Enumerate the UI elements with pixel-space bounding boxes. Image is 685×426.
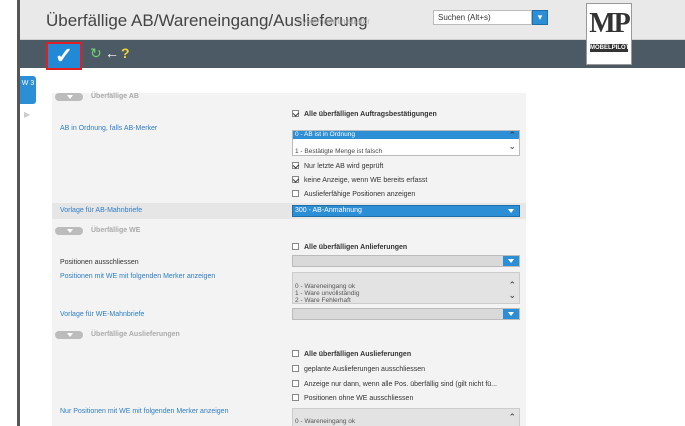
chevron-down-icon: [503, 206, 519, 216]
list-item[interactable]: 0 - AB ist in Ordnung: [293, 131, 519, 139]
scroll-down-icon[interactable]: ⌄: [508, 141, 516, 152]
list-item[interactable]: 0 - Wareneingang ok: [295, 283, 519, 290]
we-template-select[interactable]: [292, 308, 520, 320]
auslieferungen-marker-list[interactable]: 0 - Wareneingang ok ⌃: [292, 408, 520, 426]
scroll-up-icon[interactable]: ⌃: [508, 130, 516, 141]
checkbox-deliverable[interactable]: Auslieferfähige Positionen anzeigen: [292, 190, 522, 198]
we-exclude-select[interactable]: [292, 255, 520, 267]
scroll-up-icon[interactable]: ⌃: [508, 281, 516, 290]
list-item[interactable]: 1 - Ware unvollständig: [295, 290, 519, 297]
chevron-down-icon[interactable]: [55, 93, 83, 101]
chevron-down-icon: [503, 309, 519, 319]
checkmark-icon: ✓: [54, 43, 74, 68]
left-frame: [0, 0, 20, 426]
label-auslieferungen-markers: Nur Positionen mit WE mit folgenden Merk…: [60, 408, 229, 415]
user-label: Systemadministrator: [297, 17, 370, 26]
save-button[interactable]: ✓: [46, 42, 82, 70]
label-ab-ok: AB in Ordnung, falls AB-Merker: [60, 125, 158, 132]
list-item[interactable]: 2 - Ware Fehlerhaft: [295, 297, 519, 304]
checkbox-last-ab[interactable]: Nur letzte AB wird geprüft: [292, 162, 522, 170]
label-exclude: Positionen ausschliessen: [60, 259, 139, 266]
section-header-we[interactable]: Überfällige WE: [52, 227, 526, 236]
checkbox-only-if-all[interactable]: Anzeige nur dann, wenn alle Pos. überfäl…: [292, 380, 522, 388]
list-item[interactable]: 0 - Wareneingang ok: [295, 418, 519, 425]
back-icon[interactable]: ←: [105, 46, 119, 60]
checkbox-all-we[interactable]: Alle überfälligen Anlieferungen: [292, 243, 522, 251]
mobelpilot-logo: MP MÖBELPILOT: [586, 3, 632, 65]
label-we-template: Vorlage für WE-Mahnbriefe: [60, 311, 145, 318]
side-tab-w3[interactable]: W 3: [20, 76, 36, 104]
check-icon[interactable]: [292, 110, 299, 117]
checkbox-planned[interactable]: geplante Auslieferungen ausschliessen: [292, 365, 522, 373]
section-header-ab[interactable]: Überfällige AB: [52, 93, 526, 102]
chevron-right-icon[interactable]: ▶: [24, 110, 30, 119]
search-dropdown-button[interactable]: ▾: [532, 10, 548, 25]
list-item[interactable]: 1 - Bestätigte Menge ist falsch: [293, 148, 519, 156]
ab-marker-list[interactable]: 0 - AB ist in Ordnung 1 - Bestätigte Men…: [292, 130, 520, 156]
help-icon[interactable]: ?: [121, 46, 130, 60]
checkbox-no-display[interactable]: keine Anzeige, wenn WE bereits erfasst: [292, 176, 522, 184]
label-ab-template: Vorlage für AB-Mahnbriefe: [60, 207, 143, 214]
section-header-auslieferungen[interactable]: Überfällige Auslieferungen: [52, 331, 526, 340]
ab-template-select[interactable]: 300 - AB-Anmahnung: [292, 205, 520, 217]
label-we-markers: Positionen mit WE mit folgenden Merker a…: [60, 273, 216, 280]
chevron-down-icon[interactable]: [55, 331, 83, 339]
checkbox-without-we[interactable]: Positionen ohne WE ausschliessen: [292, 394, 522, 402]
checkbox-all-ab[interactable]: Alle überfälligen Auftragsbestätigungen: [292, 110, 522, 118]
search-input[interactable]: Suchen (Alt+s): [433, 10, 532, 25]
chevron-down-icon: [503, 256, 519, 266]
checkbox-all-auslieferungen[interactable]: Alle überfälligen Auslieferungen: [292, 350, 522, 358]
scroll-up-icon[interactable]: ⌃: [508, 413, 516, 422]
chevron-down-icon[interactable]: [55, 227, 83, 235]
we-marker-list[interactable]: 0 - Wareneingang ok 1 - Ware unvollständ…: [292, 272, 520, 304]
scroll-down-icon[interactable]: ⌄: [508, 291, 516, 300]
refresh-icon[interactable]: ↻: [90, 46, 102, 60]
